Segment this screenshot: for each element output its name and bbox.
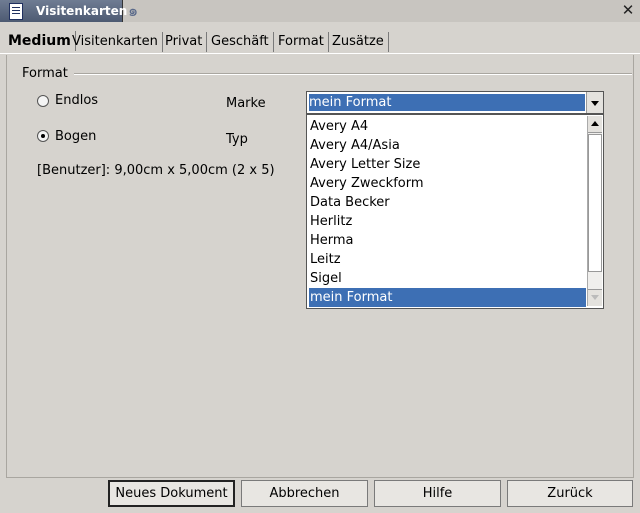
bogen-label: Bogen (55, 129, 97, 144)
cancel-button[interactable]: Abbrechen (241, 480, 368, 507)
endlos-label: Endlos (55, 93, 99, 108)
tab-divider (0, 53, 640, 54)
tab-zusaetze[interactable]: Zusätze (328, 32, 389, 52)
help-button[interactable]: Hilfe (374, 480, 501, 507)
tab-privat[interactable]: Privat (161, 32, 208, 52)
format-group-label: Format (22, 66, 68, 81)
new-document-button[interactable]: Neues Dokument (108, 480, 235, 507)
marke-selected-value: mein Format (309, 94, 585, 111)
list-item[interactable]: Herma (309, 231, 586, 250)
tab-geschaeft[interactable]: Geschäft (207, 32, 274, 52)
chevron-down-icon[interactable] (586, 92, 603, 113)
scroll-up-icon[interactable] (588, 116, 602, 133)
close-icon[interactable]: ✕ (620, 3, 636, 19)
list-item[interactable]: Data Becker (309, 193, 586, 212)
tab-medium[interactable]: Medium (4, 31, 76, 51)
swirl-icon: ๑ (128, 1, 139, 20)
list-item[interactable]: Sigel (309, 269, 586, 288)
list-scrollbar[interactable] (587, 116, 602, 306)
list-item-selected[interactable]: mein Format (309, 288, 586, 307)
marke-dropdown-list[interactable]: Avery A4 Avery A4/Asia Avery Letter Size… (306, 114, 604, 309)
list-item[interactable]: Avery A4/Asia (309, 136, 586, 155)
scroll-thumb[interactable] (588, 134, 602, 272)
format-info: [Benutzer]: 9,00cm x 5,00cm (2 x 5) (37, 163, 275, 178)
list-item[interactable]: Avery Letter Size (309, 155, 586, 174)
list-item[interactable]: Avery Zweckform (309, 174, 586, 193)
list-item[interactable]: Leitz (309, 250, 586, 269)
typ-label: Typ (226, 132, 248, 147)
bogen-radio[interactable] (37, 130, 49, 142)
window-title: Visitenkarten (36, 4, 128, 18)
list-item[interactable]: Avery A4 (309, 117, 586, 136)
back-button[interactable]: Zurück (507, 480, 633, 507)
scroll-down-icon[interactable] (588, 289, 602, 306)
marke-label: Marke (226, 96, 266, 111)
endlos-radio[interactable] (37, 95, 49, 107)
tab-format[interactable]: Format (274, 32, 329, 52)
group-divider (74, 73, 632, 74)
list-item[interactable]: Herlitz (309, 212, 586, 231)
tab-visitenkarten[interactable]: Visitenkarten (68, 32, 163, 52)
marke-select[interactable]: mein Format (306, 91, 604, 114)
document-icon (9, 3, 23, 20)
